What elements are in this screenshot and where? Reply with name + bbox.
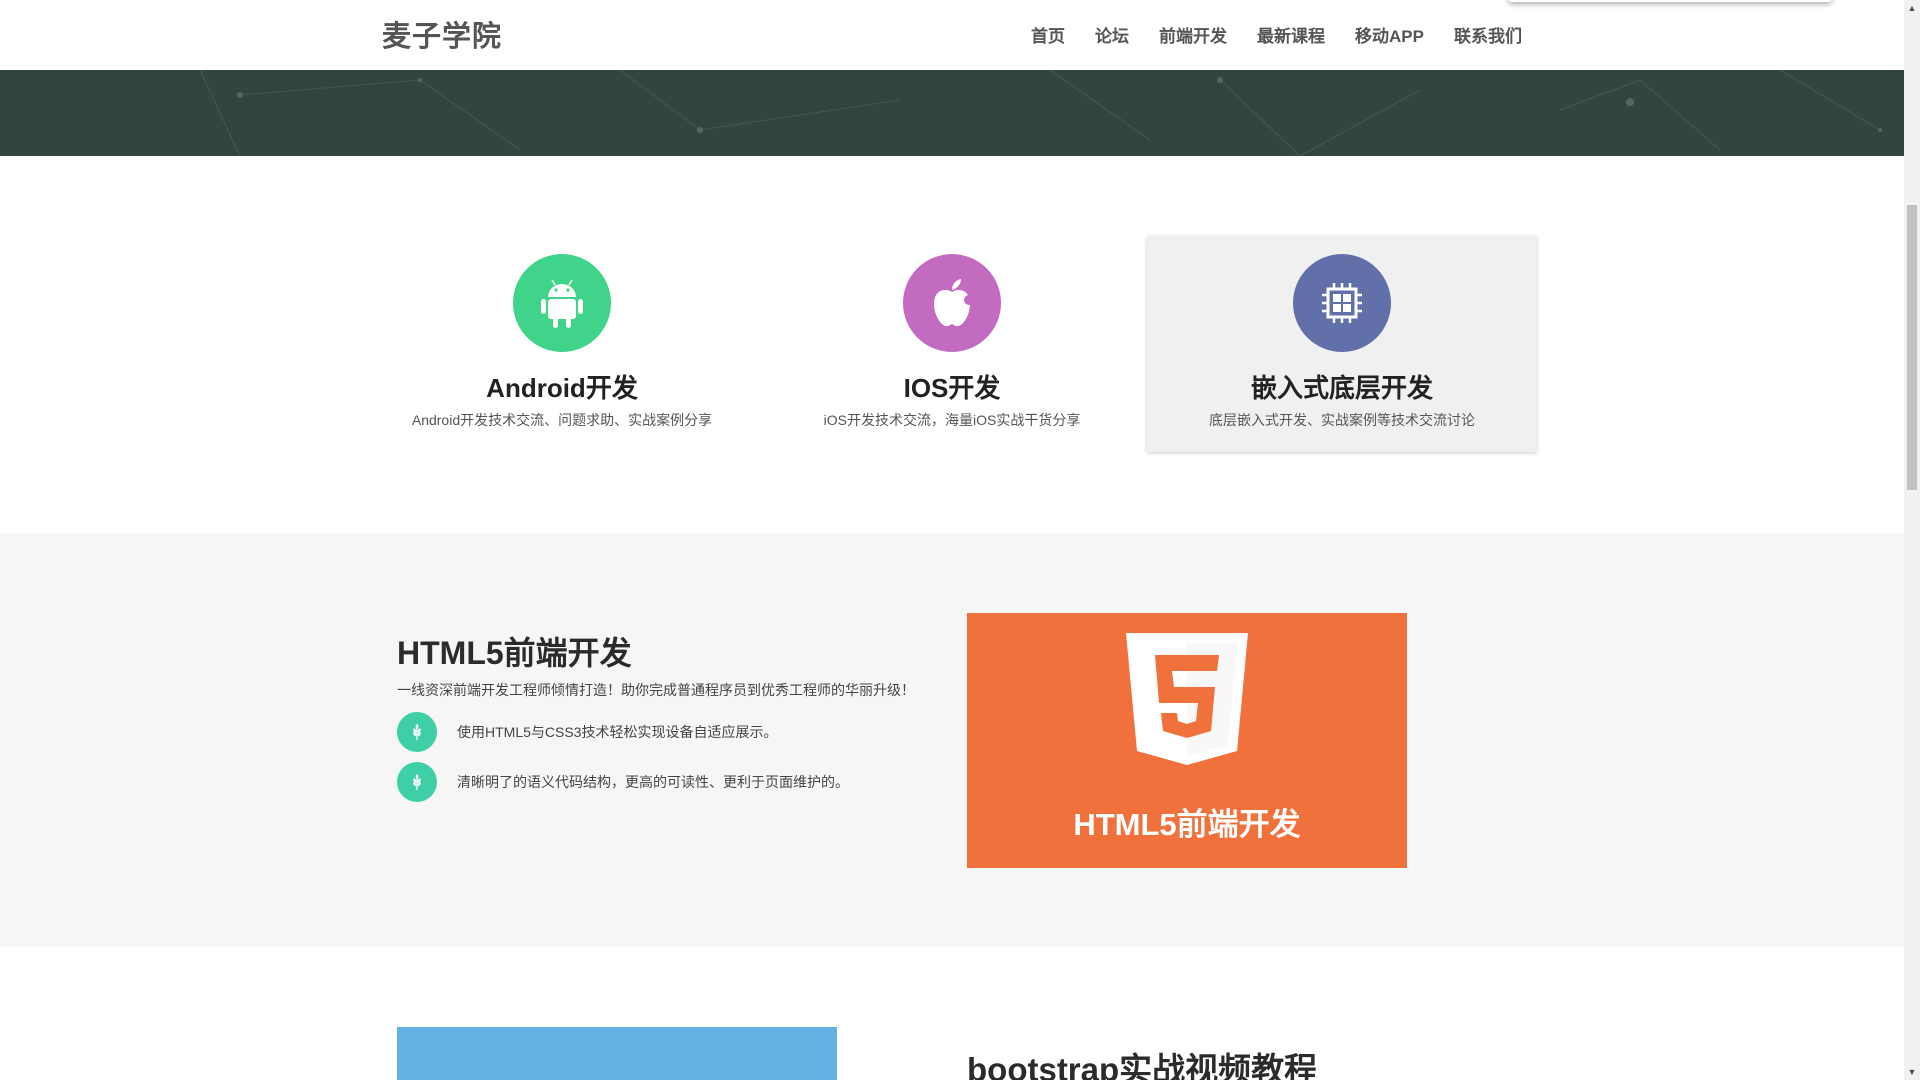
wheat-icon — [397, 712, 437, 752]
nav-item-home[interactable]: 首页 — [1031, 22, 1065, 47]
main-nav: 首页 论坛 前端开发 最新课程 移动APP 联系我们 — [1001, 22, 1522, 47]
section-title: bootstrap实战视频教程 — [967, 1051, 1318, 1080]
feature-bullet: 使用HTML5与CSS3技术轻松实现设备自适应展示。 — [397, 712, 777, 752]
features-section: Android开发 Android开发技术交流、问题求助、实战案例分享 IOS开… — [0, 156, 1904, 533]
network-pattern — [199, 70, 1882, 156]
nav-item-frontend[interactable]: 前端开发 — [1159, 22, 1227, 47]
apple-icon — [903, 254, 1001, 352]
html5-section: HTML5前端开发 一线资深前端开发工程师倾情打造！助你完成普通程序员到优秀工程… — [0, 533, 1904, 947]
feature-desc: 底层嵌入式开发、实战案例等技术交流讨论 — [1209, 412, 1475, 428]
bootstrap-course-image[interactable] — [397, 1027, 837, 1080]
dropdown-shadow — [1508, 0, 1832, 2]
feature-title: 嵌入式底层开发 — [1250, 373, 1433, 403]
scroll-up-arrow-icon[interactable]: ▲ — [1904, 0, 1920, 16]
bullet-text: 使用HTML5与CSS3技术轻松实现设备自适应展示。 — [457, 724, 778, 740]
feature-card-android[interactable]: Android开发 Android开发技术交流、问题求助、实战案例分享 — [367, 236, 757, 452]
html5-course-card[interactable]: HTML5前端开发 — [967, 613, 1407, 868]
feature-card-ios[interactable]: IOS开发 iOS开发技术交流，海量iOS实战干货分享 — [757, 236, 1147, 452]
feature-desc: iOS开发技术交流，海量iOS实战干货分享 — [823, 412, 1081, 428]
page: 麦子学院 首页 论坛 前端开发 最新课程 移动APP 联系我们 Android开… — [0, 0, 1904, 1080]
hero-banner — [0, 70, 1904, 156]
bootstrap-section: bootstrap实战视频教程 — [0, 947, 1904, 1080]
nav-item-forum[interactable]: 论坛 — [1095, 22, 1129, 47]
feature-title: Android开发 — [486, 373, 638, 403]
section-title: HTML5前端开发 — [397, 635, 632, 671]
nav-item-courses[interactable]: 最新课程 — [1257, 22, 1325, 47]
wheat-icon — [397, 762, 437, 802]
feature-bullet: 清晰明了的语义代码结构，更高的可读性、更利于页面维护的。 — [397, 762, 849, 802]
feature-title: IOS开发 — [903, 373, 1001, 403]
navbar: 麦子学院 首页 论坛 前端开发 最新课程 移动APP 联系我们 — [0, 0, 1904, 70]
html5-shield-icon — [1126, 633, 1248, 765]
scroll-down-arrow-icon[interactable]: ▼ — [1904, 1064, 1920, 1080]
bullet-text: 清晰明了的语义代码结构，更高的可读性、更利于页面维护的。 — [457, 774, 849, 790]
chip-icon — [1293, 254, 1391, 352]
nav-item-mobile-app[interactable]: 移动APP — [1355, 22, 1424, 47]
vertical-scrollbar[interactable]: ▲ ▼ — [1904, 0, 1920, 1080]
scroll-thumb[interactable] — [1907, 205, 1917, 490]
android-icon — [513, 254, 611, 352]
nav-item-contact[interactable]: 联系我们 — [1454, 22, 1522, 47]
card-caption: HTML5前端开发 — [1073, 807, 1301, 842]
feature-card-embedded[interactable]: 嵌入式底层开发 底层嵌入式开发、实战案例等技术交流讨论 — [1147, 236, 1537, 452]
section-lead: 一线资深前端开发工程师倾情打造！助你完成普通程序员到优秀工程师的华丽升级！ — [397, 682, 915, 698]
brand-logo[interactable]: 麦子学院 — [382, 13, 502, 55]
feature-desc: Android开发技术交流、问题求助、实战案例分享 — [411, 412, 713, 428]
